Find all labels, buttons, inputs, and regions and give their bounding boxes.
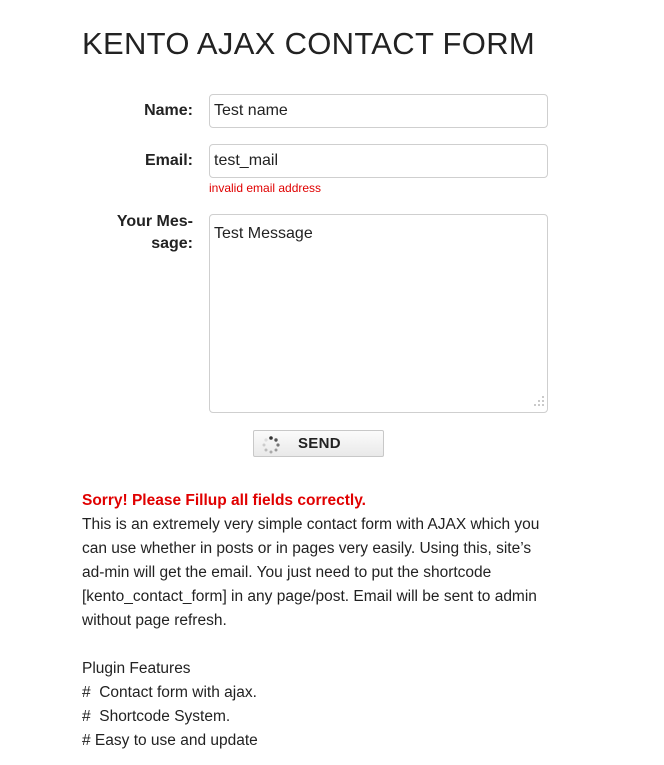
send-button-label: SEND: [298, 435, 341, 452]
name-field[interactable]: [209, 94, 548, 128]
send-button[interactable]: SEND: [253, 430, 384, 457]
page-title: KENTO AJAX CONTACT FORM: [82, 26, 536, 61]
description-text: This is an extremely very simple contact…: [82, 516, 540, 629]
features-title: Plugin Features: [82, 660, 191, 677]
message-label: Your Mes- sage:: [117, 211, 193, 255]
content-area: Sorry! Please Fillup all fields correctl…: [82, 489, 552, 753]
loading-spinner-icon: [262, 436, 280, 454]
message-field[interactable]: Test Message: [209, 214, 548, 413]
feature-item: # Shortcode System.: [82, 708, 231, 725]
feature-item: # Easy to use and update: [82, 732, 258, 749]
form-error-message: Sorry! Please Fillup all fields correctl…: [82, 492, 366, 509]
message-label-line2: sage:: [151, 235, 193, 252]
name-label: Name:: [144, 102, 193, 119]
email-field[interactable]: [209, 144, 548, 178]
feature-item: # Contact form with ajax.: [82, 684, 257, 701]
email-label: Email:: [144, 152, 193, 169]
resize-grip-icon[interactable]: [533, 395, 545, 407]
message-label-line1: Your Mes-: [116, 213, 193, 230]
email-error-text: invalid email address: [209, 181, 322, 195]
